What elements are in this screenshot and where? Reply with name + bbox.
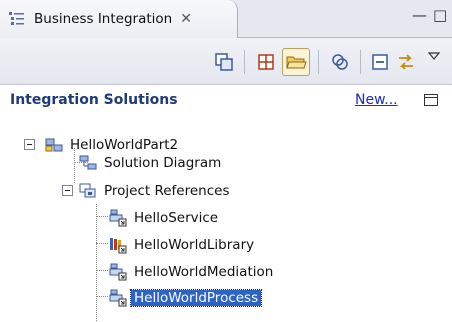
tree-item-project-references[interactable]: Project References: [78, 180, 233, 202]
open-folder-icon: [286, 56, 307, 69]
business-integration-view-icon: [9, 12, 24, 25]
integration-solutions-header: Integration Solutions New...: [0, 86, 452, 116]
solution-icon: [45, 138, 63, 152]
show-categories-icon: [258, 54, 274, 70]
tree-item-hello-world-process[interactable]: HelloWorldProcess: [108, 287, 263, 309]
tree-item-label: Solution Diagram: [104, 155, 222, 171]
maximize-icon[interactable]: □: [433, 6, 447, 24]
view-tab-bar: Business Integration ✕ — □: [0, 0, 452, 38]
diagram-icon: [79, 155, 97, 170]
tree-item-hello-service[interactable]: HelloService: [108, 207, 221, 229]
open-folder-button[interactable]: [282, 48, 310, 76]
tree-item-hello-world-library[interactable]: HelloWorldLibrary: [108, 234, 257, 256]
module-icon: [109, 209, 127, 227]
business-integration-tab[interactable]: Business Integration ✕: [0, 0, 238, 38]
collapse-all-button[interactable]: [366, 48, 394, 76]
library-icon: [110, 238, 127, 254]
module-icon: [109, 289, 127, 307]
close-icon[interactable]: ✕: [180, 11, 192, 27]
tree-item-label: HelloWorldProcess: [129, 289, 263, 307]
swap-arrows-icon: [399, 54, 413, 70]
tree-item-label: HelloService: [134, 210, 219, 226]
view-menu-button[interactable]: [420, 42, 448, 70]
section-minimize-icon[interactable]: [424, 94, 438, 106]
view-menu-icon: [427, 52, 441, 60]
collapse-all-icon: [372, 54, 388, 70]
link-editor-button[interactable]: [210, 48, 238, 76]
link-editor-icon: [215, 53, 233, 71]
view-toolbar: [0, 38, 452, 85]
tree-item-label: HelloWorldMediation: [134, 264, 274, 280]
new-link[interactable]: New...: [355, 92, 398, 108]
tree-item-label: Project References: [104, 183, 230, 199]
tree-item-hello-world-mediation[interactable]: HelloWorldMediation: [108, 261, 276, 283]
section-title: Integration Solutions: [10, 92, 178, 108]
collapse-root-toggle[interactable]: [24, 139, 35, 150]
swap-arrows-button[interactable]: [392, 48, 420, 76]
solution-tree: HelloWorldPart2 Solution Diagram Project…: [0, 118, 452, 322]
tab-label: Business Integration: [34, 11, 173, 27]
minimize-icon[interactable]: —: [412, 6, 427, 24]
collapse-references-toggle[interactable]: [62, 185, 73, 196]
tree-item-label: HelloWorldPart2: [70, 137, 179, 153]
tree-item-solution-diagram[interactable]: Solution Diagram: [78, 152, 224, 174]
tree-item-label: HelloWorldLibrary: [134, 237, 255, 253]
sync-icon: [332, 54, 348, 70]
module-icon: [109, 263, 127, 281]
show-categories-button[interactable]: [252, 48, 280, 76]
references-icon: [79, 183, 96, 198]
sync-button[interactable]: [326, 48, 354, 76]
